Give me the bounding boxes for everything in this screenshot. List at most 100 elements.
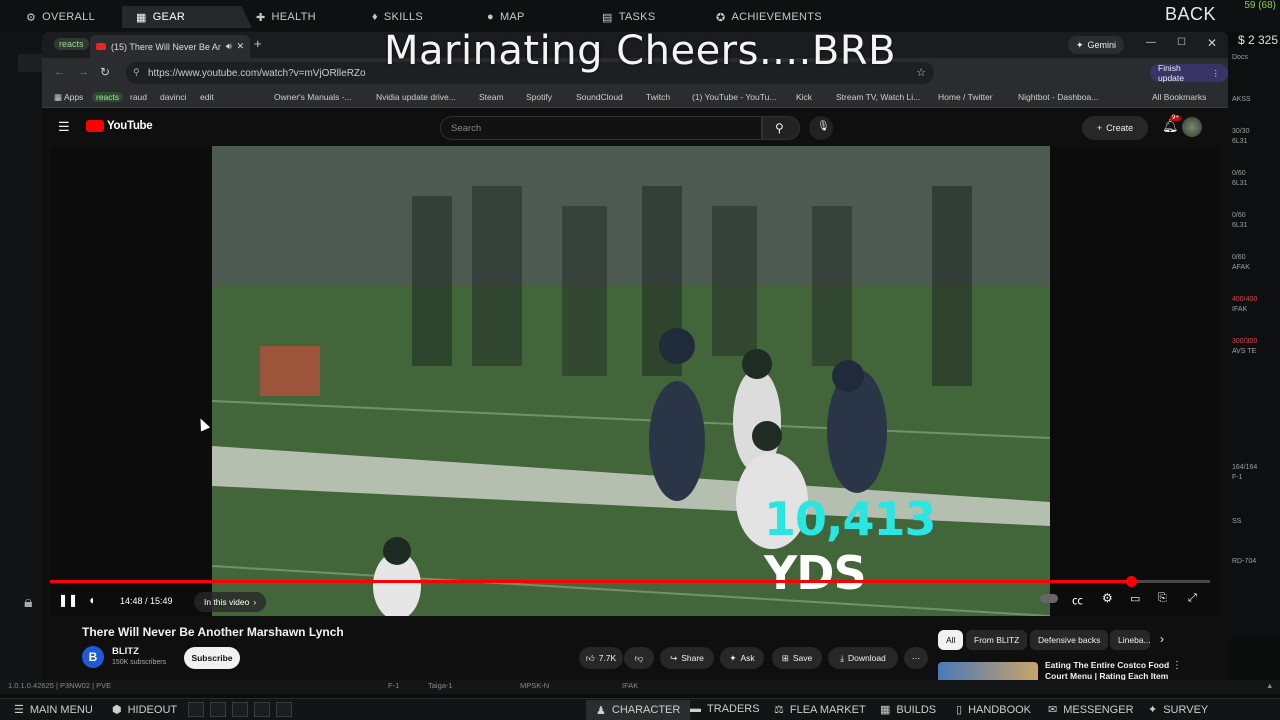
hideout-button[interactable]: ⬢ HIDEOUT [112,703,177,717]
reload-icon[interactable]: ↻ [100,65,110,79]
recommended-title[interactable]: Eating The Entire Costco Food Court Menu… [1045,660,1175,682]
menu-icon: ☰ [14,704,24,716]
handbook-button[interactable]: ▯ HANDBOOK [956,703,1031,717]
finish-update-button[interactable]: Finish update ⋮ [1150,63,1228,83]
bookmark-icon: ⊞ [781,652,789,663]
more-actions-button[interactable]: ⋯ [904,647,928,669]
messenger-icon: ✉ [1048,704,1058,716]
bookmark-soundcloud[interactable]: SoundCloud [576,92,623,102]
tab-gear[interactable]: ▦ GEAR [122,6,252,28]
back-arrow-icon[interactable]: ← [54,66,65,78]
tab-group-chip[interactable]: reacts [54,38,89,50]
all-bookmarks[interactable]: All Bookmarks [1152,92,1206,102]
bookmark-twitter[interactable]: Home / Twitter [938,92,993,102]
video-frame[interactable]: 10,413 YDS [212,146,1050,616]
maximize-button[interactable]: ☐ [1177,37,1186,48]
voice-search-button[interactable]: 🎙︎ [809,116,833,140]
fullscreen-icon[interactable]: ⤢ [1188,592,1197,605]
survey-button[interactable]: ✦ SURVEY [1148,703,1208,717]
save-button[interactable]: ⊞ Save [772,647,822,669]
flea-market-button[interactable]: ⚖ FLEA MARKET [774,703,866,717]
minimize-button[interactable]: — [1146,37,1156,48]
bookmark-owners-manuals[interactable]: Owner's Manuals -... [274,92,352,102]
bookmark-nvidia[interactable]: Nvidia update drive... [376,92,456,102]
quick-slot-1[interactable] [188,702,204,717]
quick-slot-2[interactable] [210,702,226,717]
bookmark-edit[interactable]: edit [200,92,214,102]
tab-skills[interactable]: ♦ SKILLS [372,6,423,28]
bookmark-youtube[interactable]: (1) YouTube - YouTu... [692,92,776,102]
miniplayer-icon[interactable]: ▭ [1130,592,1140,605]
search-input[interactable]: Search [440,116,762,140]
forward-arrow-icon[interactable]: → [78,66,89,78]
bookmark-reacts[interactable]: reacts [92,92,124,102]
dislike-button[interactable]: 👎︎ [624,647,654,669]
browser-window: reacts (15) There Will Never Be An... 🔊︎… [42,32,1228,692]
bookmark-raud[interactable]: raud [130,92,147,102]
search-button[interactable]: ⚲ [762,116,800,140]
channel-name[interactable]: BLITZ [112,646,139,657]
bookmark-apps[interactable]: ▦ Apps [54,92,83,103]
close-tab-icon[interactable]: ✕ [237,41,245,52]
bookmark-nightbot[interactable]: Nightbot - Dashboa... [1018,92,1098,102]
quick-slot-5[interactable] [276,702,292,717]
hamburger-menu-icon[interactable]: ☰ [58,119,70,135]
tab-tasks[interactable]: ▤ TASKS [602,6,655,28]
apps-grid-icon: ▦ [54,92,64,102]
create-button[interactable]: + Create [1082,116,1148,140]
overall-icon: ⚙ [26,11,37,24]
main-menu-button[interactable]: ☰ MAIN MENU [14,703,93,717]
like-button[interactable]: 👍︎ 7.7K [579,647,623,669]
bookmark-kick[interactable]: Kick [796,92,812,102]
volume-icon[interactable]: ◖ [88,593,95,607]
bookmark-star-icon[interactable]: ☆ [916,66,926,79]
bookmark-spotify[interactable]: Spotify [526,92,552,102]
character-button[interactable]: ♟ CHARACTER [586,700,691,720]
traders-button[interactable]: ▬ TRADERS [690,703,760,715]
bookmark-davinci[interactable]: davinci [160,92,186,102]
pause-icon[interactable]: ❚❚ [58,593,78,607]
filter-chip-all[interactable]: All [938,630,964,650]
microphone-icon: 🎙︎ [817,121,830,132]
browser-tab-active[interactable]: (15) There Will Never Be An... 🔊︎ ✕ [90,35,250,58]
achievements-icon: ✪ [716,11,726,24]
hideout-icon: ⬢ [112,704,122,716]
settings-gear-icon[interactable]: ⚙ [1102,591,1113,605]
download-button[interactable]: ⤓ Download [828,647,898,669]
channel-avatar[interactable]: B [82,646,104,668]
quick-slot-4[interactable] [254,702,270,717]
account-avatar[interactable] [1182,117,1202,137]
tab-achievements[interactable]: ✪ ACHIEVEMENTS [716,6,822,28]
share-button[interactable]: ↪ Share [660,647,714,669]
quick-slot-3[interactable] [232,702,248,717]
builds-button[interactable]: ▦ BUILDS [880,703,936,717]
bookmark-stream-tv[interactable]: Stream TV, Watch Li... [836,92,920,102]
recommended-more-icon[interactable]: ⋮ [1172,660,1182,671]
filter-chip-linebackers[interactable]: Lineba... [1110,630,1150,650]
subscribe-button[interactable]: Subscribe [184,647,240,669]
video-player[interactable]: 10,413 YDS ❚❚ ◖ 14:48 / 15:49 In this vi… [50,146,1220,616]
bookmark-twitch[interactable]: Twitch [646,92,670,102]
site-info-icon[interactable]: ⚲ [133,67,140,78]
tab-health[interactable]: ✚ HEALTH [256,6,316,28]
filter-chip-from-blitz[interactable]: From BLITZ [966,630,1028,650]
filter-chip-defensive-backs[interactable]: Defensive backs [1030,630,1109,650]
progress-scrubber[interactable] [1126,576,1138,587]
autoplay-toggle[interactable] [1040,594,1058,603]
gemini-button[interactable]: ✦ Gemini [1068,36,1125,54]
tab-map[interactable]: ● MAP [487,6,525,28]
ask-button[interactable]: ✦ Ask [720,647,764,669]
in-this-video-button[interactable]: In this video › [194,592,267,612]
chips-next-icon[interactable]: › [1160,632,1164,646]
tab-overall[interactable]: ⚙ OVERALL [26,6,95,28]
new-tab-button[interactable]: + [254,36,262,51]
bookmark-steam[interactable]: Steam [479,92,504,102]
captions-icon[interactable]: ㏄ [1072,592,1083,608]
close-window-button[interactable]: ✕ [1207,36,1217,50]
youtube-logo[interactable]: YouTube [86,120,153,132]
share-icon: ↪ [670,652,678,663]
progress-bar[interactable] [50,576,1210,587]
messenger-button[interactable]: ✉ MESSENGER [1048,703,1134,717]
cast-icon[interactable]: ⎘ [1158,592,1167,605]
back-button[interactable]: BACK [1165,4,1216,25]
